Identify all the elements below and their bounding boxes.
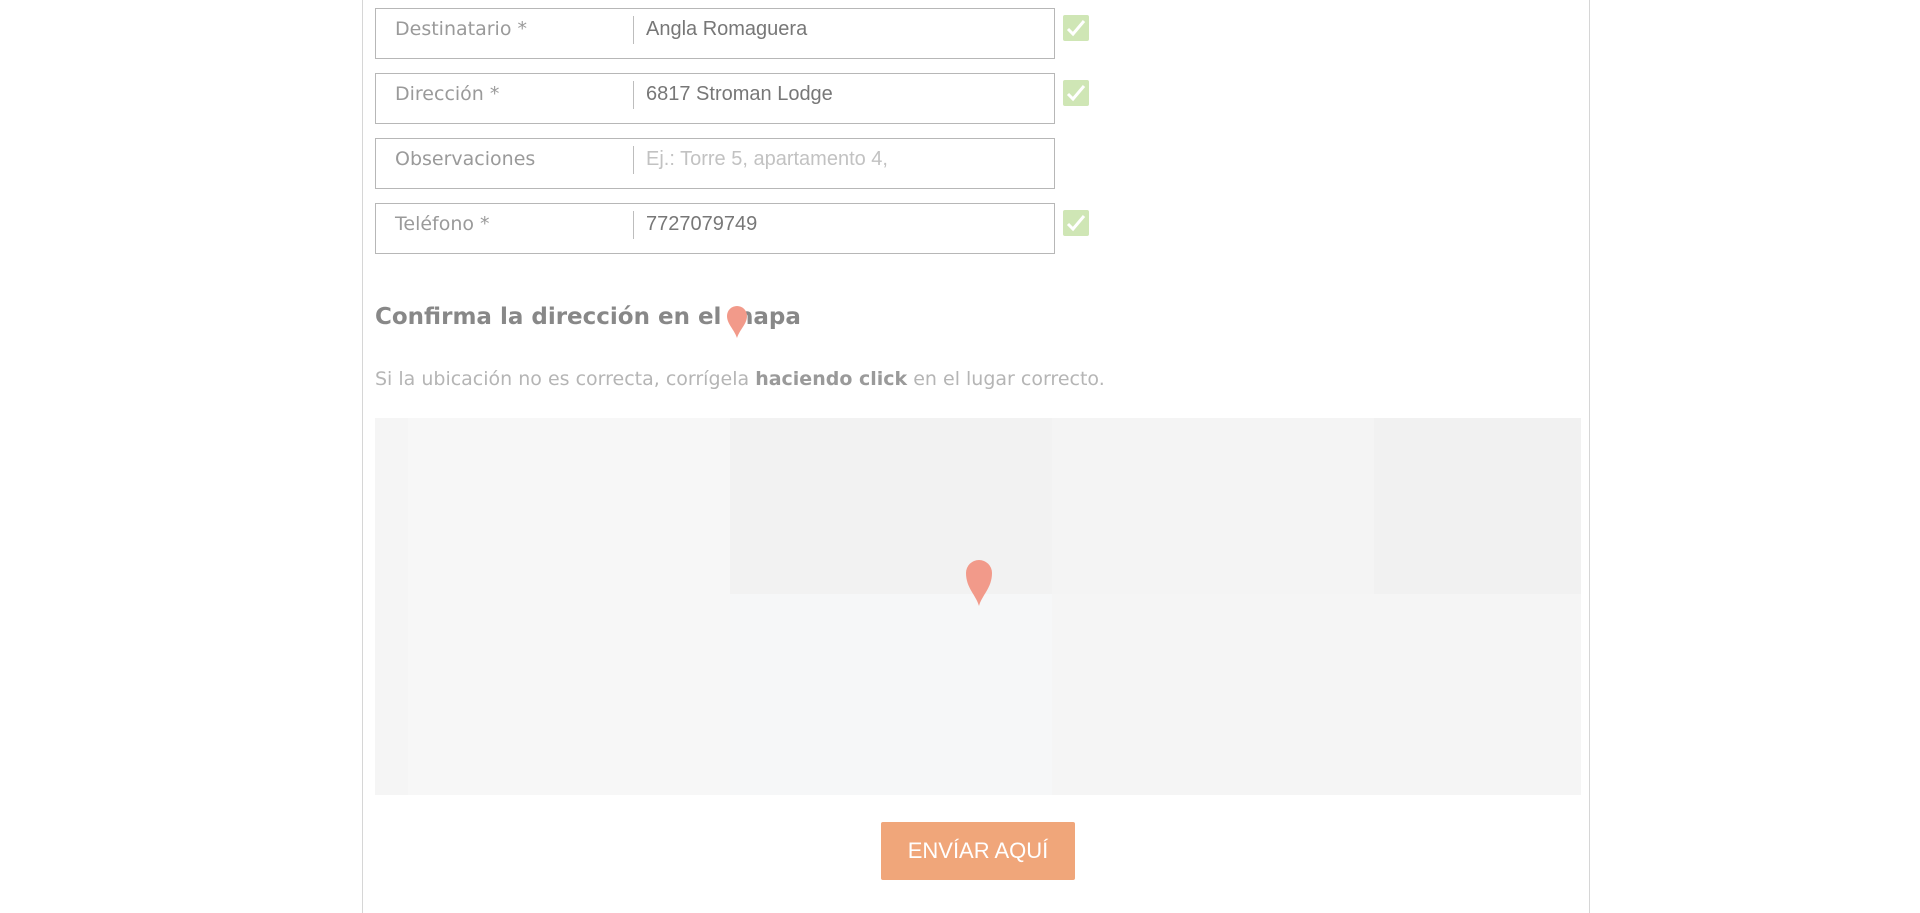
check-icon bbox=[1063, 80, 1089, 106]
field-divider bbox=[633, 16, 634, 44]
phone-label: Teléfono * bbox=[395, 213, 490, 235]
address-field: Dirección * bbox=[375, 73, 1055, 124]
map-tile bbox=[730, 418, 1052, 594]
phone-field: Teléfono * bbox=[375, 203, 1055, 254]
map-pin-icon bbox=[725, 305, 749, 344]
check-icon bbox=[1063, 15, 1089, 41]
send-here-button[interactable]: ENVÍAR AQUÍ bbox=[881, 822, 1075, 880]
map-hint-part: Si la ubicación no es correcta, corrígel… bbox=[375, 368, 756, 390]
map-tile bbox=[1374, 418, 1581, 594]
shipping-form-panel: Destinatario * Dirección * Observaciones… bbox=[362, 0, 1590, 913]
recipient-input[interactable] bbox=[646, 9, 1041, 58]
field-divider bbox=[633, 146, 634, 174]
field-divider bbox=[633, 211, 634, 239]
recipient-field: Destinatario * bbox=[375, 8, 1055, 59]
map-hint-part: en el lugar correcto. bbox=[907, 368, 1105, 390]
map-tile bbox=[408, 418, 730, 795]
address-label: Dirección * bbox=[395, 83, 500, 105]
address-input[interactable] bbox=[646, 74, 1041, 123]
observations-input[interactable] bbox=[646, 139, 1041, 188]
map-tile bbox=[1052, 418, 1374, 594]
field-divider bbox=[633, 81, 634, 109]
recipient-label: Destinatario * bbox=[395, 18, 527, 40]
phone-input[interactable] bbox=[646, 204, 1041, 253]
map-tile bbox=[730, 594, 1052, 795]
observations-label: Observaciones bbox=[395, 148, 536, 170]
observations-field: Observaciones bbox=[375, 138, 1055, 189]
location-map[interactable] bbox=[375, 418, 1581, 795]
map-hint-bold: haciendo click bbox=[755, 368, 908, 390]
check-icon bbox=[1063, 210, 1089, 236]
map-marker-icon[interactable] bbox=[964, 557, 994, 612]
map-hint-text: Si la ubicación no es correcta, corrígel… bbox=[375, 368, 1105, 390]
